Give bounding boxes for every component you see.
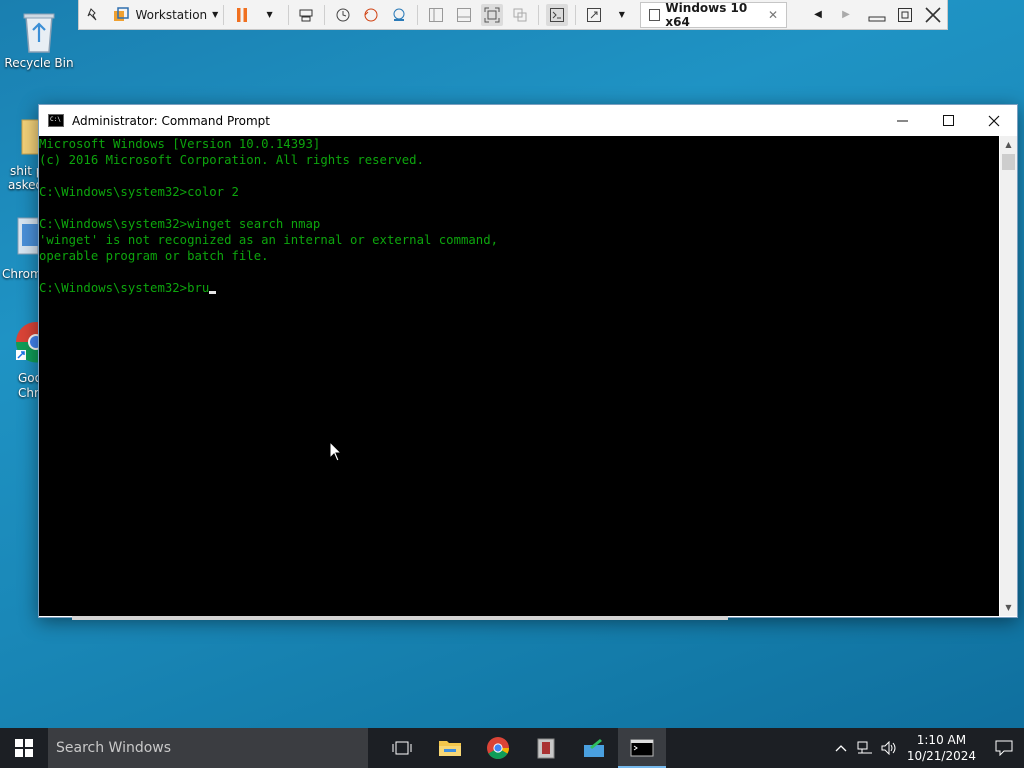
toolbar-separator [574,4,576,25]
unity-mode-icon[interactable] [509,4,531,26]
show-hidden-icons-chevron-up-icon[interactable] [829,744,853,752]
windows-logo-icon [15,739,33,757]
toolbar-separator [538,4,539,25]
console-line: 'winget' is not recognized as an interna… [39,233,499,247]
scroll-down-icon[interactable]: ▼ [1000,599,1017,616]
cmd-title-bar[interactable]: Administrator: Command Prompt [39,105,1017,136]
console-line: operable program or batch file. [39,249,269,263]
close-icon[interactable] [922,4,944,26]
cmd-window-title: Administrator: Command Prompt [72,113,270,128]
command-prompt-icon [630,739,654,757]
network-icon[interactable] [853,741,877,755]
recycle-bin-label: Recycle Bin [4,56,74,70]
stretch-guest-icon[interactable] [583,4,605,26]
library-icon[interactable] [110,4,132,26]
console-line: C:\Windows\system32>winget search nmap [39,217,321,231]
installer-icon[interactable] [14,214,39,262]
close-icon [988,115,1000,126]
volume-icon[interactable] [877,741,901,755]
system-tray: 1:10 AM 10/21/2024 [829,728,1024,768]
action-center-button[interactable] [984,728,1024,768]
taskbar-search-box[interactable]: Search Windows [48,728,368,768]
clock-date: 10/21/2024 [906,749,976,763]
toolbar-separator [324,4,326,25]
minimize-icon[interactable] [866,4,888,26]
snapshot-manager-icon[interactable] [388,4,410,26]
toolbar-separator [417,4,419,25]
full-screen-icon[interactable] [481,3,504,26]
toolbar-separator [222,4,224,25]
scroll-tabs-right-icon[interactable]: ▶ [835,4,857,26]
desktop-label-chrome-installer: Chrom [2,267,42,281]
vm-tab-label: Windows 10 x64 [665,0,748,29]
mouse-pointer-icon [329,440,343,467]
console-prompt-text: C:\Windows\system32>bru [39,281,210,295]
start-button[interactable] [0,728,48,768]
cmd-maximize-button[interactable] [925,105,971,136]
command-prompt-window: Administrator: Command Prompt Microsoft … [38,104,1018,618]
command-prompt-taskbar-button[interactable] [618,728,666,768]
clock-time: 1:10 AM [916,733,967,747]
folder-icon[interactable] [20,116,41,160]
vertical-scrollbar[interactable]: ▲ ▼ [1000,136,1017,616]
pin-icon[interactable] [82,4,104,26]
cmd-close-button[interactable] [971,105,1017,136]
power-options-chevron-icon[interactable]: ▼ [259,4,281,26]
revert-snapshot-icon[interactable] [360,4,382,26]
archive-app-button[interactable] [522,728,570,768]
taskbar-clock[interactable]: 1:10 AM 10/21/2024 [907,732,976,764]
console-output[interactable]: Microsoft Windows [Version 10.0.14393] (… [39,136,999,616]
file-explorer-button[interactable] [426,728,474,768]
chevron-down-icon: ▼ [212,10,219,19]
pause-button[interactable] [231,4,253,26]
paint-app-icon [584,739,604,757]
snapshot-icon[interactable] [332,4,354,26]
console-view-icon[interactable] [545,3,568,26]
tab-close-button[interactable]: ✕ [768,8,778,22]
folder-icon [439,741,461,756]
workstation-menu-label: Workstation [135,7,208,22]
cmd-app-icon [48,114,64,127]
google-chrome-icon[interactable] [14,320,56,372]
archive-app-icon [537,738,555,759]
paint-app-button[interactable] [570,728,618,768]
vmware-toolbar: Workstation ▼ ▼ ▼ Windows 10 x64 ✕ ◀ ▶ [78,0,948,30]
chrome-button[interactable] [474,728,522,768]
taskbar: Search Windows 1:10 AM 10/21/2024 [0,728,1024,768]
console-line: Microsoft Windows [Version 10.0.14393] [39,137,321,151]
recycle-bin-icon[interactable]: Recycle Bin [2,8,76,70]
scroll-tabs-left-icon[interactable]: ◀ [807,4,829,26]
notification-icon [995,740,1013,756]
workstation-menu-button[interactable]: Workstation ▼ [135,4,219,26]
cmd-minimize-button[interactable] [879,105,925,136]
task-view-icon [392,741,412,755]
console-line: C:\Windows\system32>color 2 [39,185,239,199]
console-input-line[interactable]: C:\Windows\system32>bru [39,280,999,296]
google-chrome-icon [487,737,509,759]
console-line: (c) 2016 Microsoft Corporation. All righ… [39,153,424,167]
sidebar-toggle-icon[interactable] [425,4,447,26]
scroll-up-icon[interactable]: ▲ [1000,136,1017,153]
vm-tab-icon [648,8,661,21]
scrollbar-thumb[interactable] [1002,154,1015,170]
send-keys-icon[interactable] [295,4,317,26]
maximize-icon [942,115,954,126]
task-view-button[interactable] [378,728,426,768]
thumbnail-bar-icon[interactable] [453,4,475,26]
text-cursor [209,291,217,294]
window-shadow-bar [72,616,728,620]
restore-icon[interactable] [894,4,916,26]
minimize-icon [896,120,908,122]
trash-icon [18,8,60,53]
stretch-options-chevron-icon[interactable]: ▼ [611,4,633,26]
tab-windows-10-x64[interactable]: Windows 10 x64 ✕ [639,0,788,29]
toolbar-separator [287,4,289,25]
